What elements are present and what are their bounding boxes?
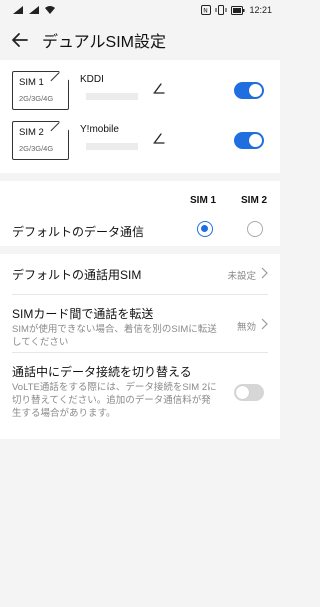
- data-switch-during-call-setting: 通話中にデータ接続を切り替える VoLTE通話をする際には、データ接続をSIM …: [0, 352, 280, 439]
- setting-label: デフォルトの通話用SIM: [12, 268, 142, 282]
- sim-row-2: SIM 2 2G/3G/4G Y!mobile: [0, 115, 280, 165]
- back-arrow-icon: [12, 33, 28, 47]
- column-header-sim2: SIM 2: [241, 195, 268, 206]
- sim-card-icon: SIM 1 2G/3G/4G: [12, 71, 69, 110]
- sim-chip-name: SIM 1: [19, 77, 44, 88]
- default-data-section: SIM 1 SIM 2 デフォルトのデータ通信: [0, 181, 280, 246]
- default-data-radio-sim1[interactable]: [197, 221, 213, 237]
- column-header-sim1: SIM 1: [190, 195, 217, 206]
- toggle-knob: [236, 386, 249, 399]
- app-bar: デュアルSIM設定: [0, 20, 280, 60]
- call-forward-setting[interactable]: SIMカード間で通話を転送 SIMが使用できない場合、着信を別のSIMに転送して…: [0, 294, 280, 352]
- sim-network-type: 2G/3G/4G: [19, 144, 54, 153]
- masked-phone-number: [86, 143, 138, 150]
- sim-row-1: SIM 1 2G/3G/4G KDDI: [0, 65, 280, 115]
- chevron-right-icon: [261, 318, 268, 330]
- sim-card-icon: SIM 2 2G/3G/4G: [12, 121, 69, 160]
- edit-sim-name-button[interactable]: [152, 80, 166, 94]
- back-button[interactable]: [0, 20, 40, 60]
- toggle-knob: [249, 134, 262, 147]
- default-data-radio-sim2[interactable]: [247, 221, 263, 237]
- setting-description: SIMが使用できない場合、着信を別のSIMに転送してください: [12, 324, 217, 348]
- edit-icon: [153, 83, 165, 94]
- signal-icon: [12, 5, 24, 15]
- sim-network-type: 2G/3G/4G: [19, 94, 54, 103]
- toggle-knob: [249, 84, 262, 97]
- setting-label: 通話中にデータ接続を切り替える: [12, 365, 192, 379]
- setting-label: SIMカード間で通話を転送: [12, 307, 154, 321]
- nfc-icon: N: [201, 5, 212, 15]
- sim-2-toggle[interactable]: [234, 132, 264, 149]
- sim-cards-section: SIM 1 2G/3G/4G KDDI SIM 2 2G/3G/4G Y!mob…: [0, 60, 280, 173]
- default-call-sim-setting[interactable]: デフォルトの通話用SIM 未設定: [0, 254, 280, 294]
- clock: 12:21: [249, 5, 272, 15]
- sim-1-toggle[interactable]: [234, 82, 264, 99]
- sim-chip-name: SIM 2: [19, 127, 44, 138]
- setting-description: VoLTE通話をする際には、データ接続をSIM 2に切り替えてください。追加のデ…: [12, 382, 217, 419]
- call-settings-section: デフォルトの通話用SIM 未設定 SIMカード間で通話を転送 SIMが使用できな…: [0, 254, 280, 439]
- data-switch-toggle[interactable]: [234, 384, 264, 401]
- sim-carrier-name: Y!mobile: [80, 124, 119, 135]
- setting-value: 未設定: [227, 271, 256, 282]
- edit-icon: [153, 133, 165, 144]
- status-bar: N 12:21: [0, 0, 280, 20]
- masked-phone-number: [86, 93, 138, 100]
- wifi-icon: [44, 5, 56, 15]
- page-title: デュアルSIM設定: [42, 34, 166, 51]
- svg-text:N: N: [204, 7, 209, 14]
- edit-sim-name-button[interactable]: [152, 130, 166, 144]
- battery-icon: [231, 5, 245, 15]
- setting-value: 無効: [236, 322, 256, 333]
- sim-carrier-name: KDDI: [80, 74, 104, 85]
- default-data-label: デフォルトのデータ通信: [12, 225, 145, 239]
- chevron-right-icon: [261, 267, 268, 279]
- signal-2-icon: [28, 5, 40, 15]
- vibrate-icon: [215, 5, 227, 15]
